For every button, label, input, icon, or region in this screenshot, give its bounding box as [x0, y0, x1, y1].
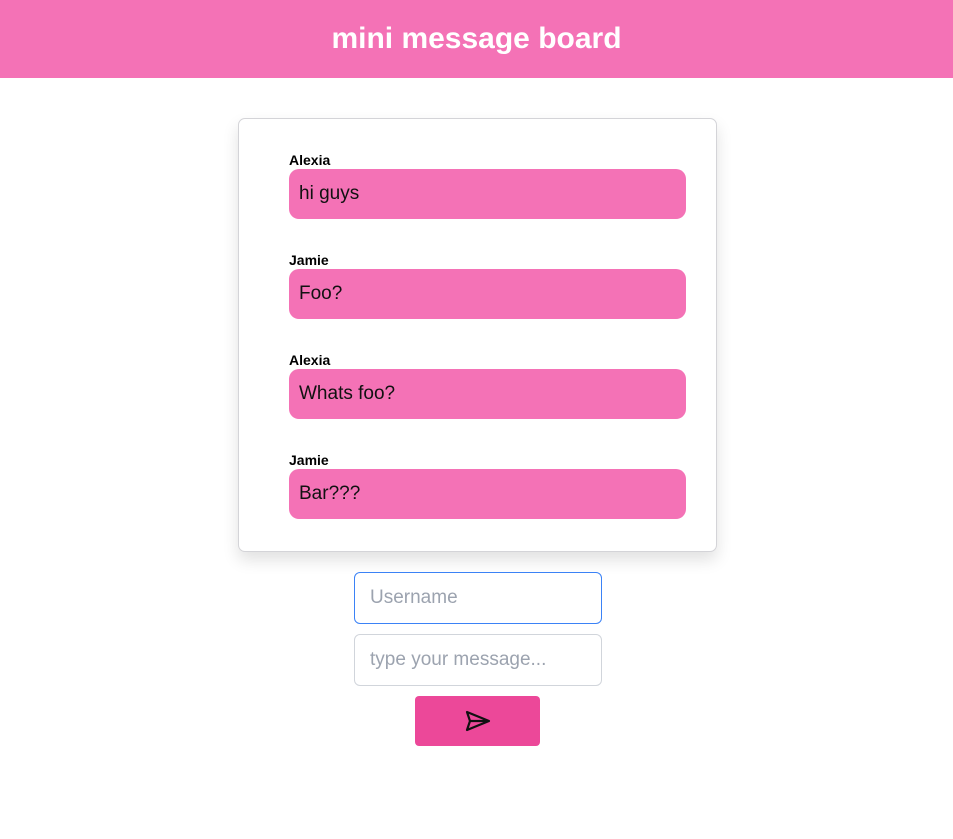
message-author: Alexia: [289, 152, 331, 168]
message-bubble: Whats foo?: [289, 369, 686, 419]
message-bubble: hi guys: [289, 169, 686, 219]
username-input[interactable]: [354, 572, 602, 624]
message-author: Jamie: [289, 252, 329, 268]
message-item: Jamie Foo?: [289, 252, 686, 319]
message-author: Alexia: [289, 352, 331, 368]
message-board: Alexia hi guys Jamie Foo? Alexia Whats f…: [238, 118, 717, 552]
message-bubble: Foo?: [289, 269, 686, 319]
message-item: Jamie Bar???: [289, 452, 686, 519]
message-author: Jamie: [289, 452, 329, 468]
message-input[interactable]: [354, 634, 602, 686]
send-button[interactable]: [415, 696, 540, 746]
message-bubble: Bar???: [289, 469, 686, 519]
app-header: mini message board: [0, 0, 953, 78]
send-icon: [465, 710, 491, 732]
message-item: Alexia Whats foo?: [289, 352, 686, 419]
page-title: mini message board: [331, 22, 622, 55]
message-item: Alexia hi guys: [289, 152, 686, 219]
